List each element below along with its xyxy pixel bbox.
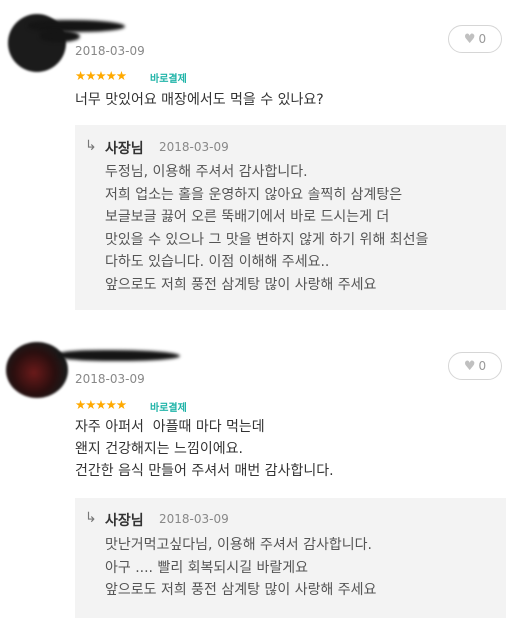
reply-text: 맛난거먹고싶다님, 이용해 주셔서 감사합니다. 아구 .... 빨리 회복되시…: [105, 537, 377, 598]
review-item: 2018-03-09 ★★★★★ 바로결제 자주 아퍼서 아플때 마다 먹는데 …: [0, 330, 514, 625]
review-date: 2018-03-09: [75, 44, 145, 58]
heart-icon: ♥: [463, 31, 476, 47]
like-count: 0: [478, 359, 487, 373]
like-button[interactable]: ♥ 0: [448, 352, 502, 380]
reply-arrow-icon: ↳: [85, 138, 97, 154]
payment-badge: 바로결제: [150, 403, 187, 414]
review-text: 너무 맛있어요 매장에서도 먹을 수 있나요?: [75, 92, 324, 108]
owner-reply: ↳ 사장님 2018-03-09 맛난거먹고싶다님, 이용해 주셔서 감사합니다…: [75, 498, 506, 618]
heart-icon: ♥: [463, 358, 476, 374]
payment-badge: 바로결제: [150, 74, 187, 85]
reviewer-name-redacted: [28, 20, 125, 32]
review-text: 자주 아퍼서 아플때 마다 먹는데 왠지 건강해지는 느낌이에요. 건간한 음식…: [75, 419, 334, 479]
reply-arrow-icon: ↳: [85, 510, 97, 526]
reply-date: 2018-03-09: [159, 140, 229, 154]
reviewer-name-redacted: [58, 350, 180, 361]
reply-owner: 사장님: [105, 513, 144, 529]
like-count: 0: [478, 32, 487, 46]
review-date: 2018-03-09: [75, 372, 145, 386]
avatar: [6, 342, 68, 398]
reply-date: 2018-03-09: [159, 512, 229, 526]
owner-reply: ↳ 사장님 2018-03-09 두정님, 이용해 주셔서 감사합니다. 저희 …: [75, 125, 506, 310]
star-rating: ★★★★★: [75, 397, 127, 412]
review-item: 2018-03-09 ★★★★★ 바로결제 너무 맛있어요 매장에서도 먹을 수…: [0, 0, 514, 320]
reply-owner: 사장님: [105, 141, 144, 157]
star-rating: ★★★★★: [75, 68, 127, 83]
like-button[interactable]: ♥ 0: [448, 25, 502, 53]
reply-text: 두정님, 이용해 주셔서 감사합니다. 저희 업소는 홀을 운영하지 않아요 솔…: [105, 164, 429, 293]
